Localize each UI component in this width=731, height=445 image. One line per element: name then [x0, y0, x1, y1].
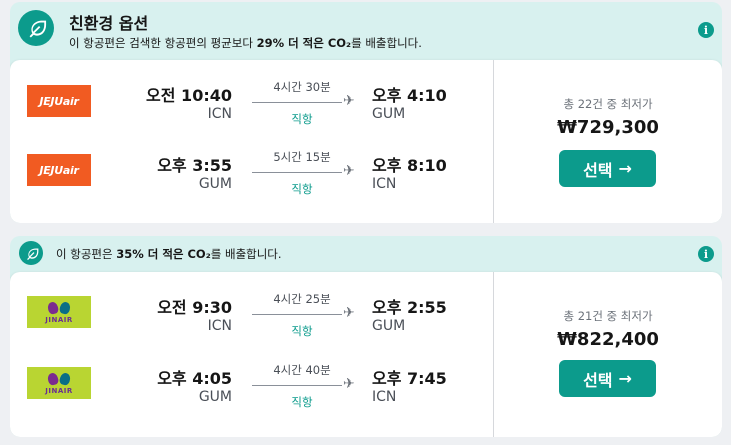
- info-icon[interactable]: i: [698, 246, 714, 262]
- eco-description: 이 항공편은 검색한 항공편의 평균보다 29% 더 적은 CO₂를 배출합니다…: [69, 36, 422, 50]
- select-button[interactable]: 선택 →: [559, 150, 656, 187]
- flight-panel[interactable]: JINAIR 오전 9:30 ICN 4시간 25분 ✈ 직항 오후 2:55 …: [10, 272, 722, 437]
- info-icon[interactable]: i: [698, 22, 714, 38]
- airline-logo-jinair: JINAIR: [27, 367, 91, 399]
- select-button-label: 선택: [583, 160, 613, 180]
- flight-leg-return: JINAIR 오후 4:05 GUM 4시간 40분 ✈ 직항 오후 7:45 …: [10, 363, 494, 415]
- price-label: 총 22건 중 최저가: [563, 97, 653, 111]
- flight-duration: 5시간 15분: [273, 150, 331, 164]
- arrival-airport: ICN: [372, 176, 397, 192]
- arrival-time: 오후 2:55: [372, 298, 447, 317]
- leaf-icon: [19, 241, 43, 265]
- departure-time: 오전 9:30: [157, 298, 232, 317]
- arrow-right-icon: →: [618, 369, 632, 388]
- departure-airport: GUM: [198, 389, 232, 405]
- eco-title: 친환경 옵션: [69, 14, 149, 33]
- leaf-icon: [18, 10, 54, 46]
- arrival-airport: ICN: [372, 389, 397, 405]
- arrow-right-icon: →: [618, 159, 632, 178]
- airline-logo-jejuair: JEJUair: [27, 85, 91, 117]
- arrival-airport: GUM: [372, 106, 406, 122]
- flight-leg-outbound: JINAIR 오전 9:30 ICN 4시간 25분 ✈ 직항 오후 2:55 …: [10, 292, 494, 344]
- departure-time: 오전 10:40: [146, 86, 232, 105]
- departure-airport: ICN: [207, 106, 232, 122]
- result-card-2: 이 항공편은 35% 더 적은 CO₂를 배출합니다. i JINAIR 오전 …: [10, 236, 722, 437]
- departure-airport: ICN: [207, 318, 232, 334]
- flight-duration: 4시간 25분: [273, 292, 331, 306]
- airplane-icon: ✈: [343, 376, 355, 392]
- legs-area: JINAIR 오전 9:30 ICN 4시간 25분 ✈ 직항 오후 2:55 …: [10, 272, 494, 437]
- flight-leg-return: JEJUair 오후 3:55 GUM 5시간 15분 ✈ 직항 오후 8:10…: [10, 150, 494, 202]
- airline-logo-jinair: JINAIR: [27, 296, 91, 328]
- result-card-1: 친환경 옵션 이 항공편은 검색한 항공편의 평균보다 29% 더 적은 CO₂…: [10, 2, 722, 223]
- route-line: [252, 102, 342, 103]
- route-line: [252, 385, 342, 386]
- route-line: [252, 172, 342, 173]
- price-box: 총 21건 중 최저가 ₩822,400 선택 →: [494, 272, 722, 437]
- legs-area: JEJUair 오전 10:40 ICN 4시간 30분 ✈ 직항 오후 4:1…: [10, 60, 494, 223]
- departure-time: 오후 3:55: [157, 156, 232, 175]
- departure-time: 오후 4:05: [157, 369, 232, 388]
- airplane-icon: ✈: [343, 163, 355, 179]
- price: ₩822,400: [557, 329, 659, 350]
- price: ₩729,300: [557, 117, 659, 138]
- select-button-label: 선택: [583, 370, 613, 390]
- flight-duration: 4시간 40분: [273, 363, 331, 377]
- stops-label: 직항: [291, 395, 313, 409]
- airplane-icon: ✈: [343, 93, 355, 109]
- stops-label: 직항: [291, 182, 313, 196]
- airplane-icon: ✈: [343, 305, 355, 321]
- departure-airport: GUM: [198, 176, 232, 192]
- arrival-time: 오후 4:10: [372, 86, 447, 105]
- arrival-airport: GUM: [372, 318, 406, 334]
- price-box: 총 22건 중 최저가 ₩729,300 선택 →: [494, 60, 722, 223]
- route-line: [252, 314, 342, 315]
- price-label: 총 21건 중 최저가: [563, 309, 653, 323]
- butterfly-icon: [46, 371, 72, 386]
- flight-duration: 4시간 30분: [273, 80, 331, 94]
- flight-panel[interactable]: JEJUair 오전 10:40 ICN 4시간 30분 ✈ 직항 오후 4:1…: [10, 60, 722, 223]
- stops-label: 직항: [291, 324, 313, 338]
- select-button[interactable]: 선택 →: [559, 360, 656, 397]
- flight-leg-outbound: JEJUair 오전 10:40 ICN 4시간 30분 ✈ 직항 오후 4:1…: [10, 80, 494, 132]
- arrival-time: 오후 8:10: [372, 156, 447, 175]
- butterfly-icon: [46, 300, 72, 315]
- arrival-time: 오후 7:45: [372, 369, 447, 388]
- stops-label: 직항: [291, 112, 313, 126]
- airline-logo-jejuair: JEJUair: [27, 154, 91, 186]
- eco-description: 이 항공편은 35% 더 적은 CO₂를 배출합니다.: [56, 247, 282, 261]
